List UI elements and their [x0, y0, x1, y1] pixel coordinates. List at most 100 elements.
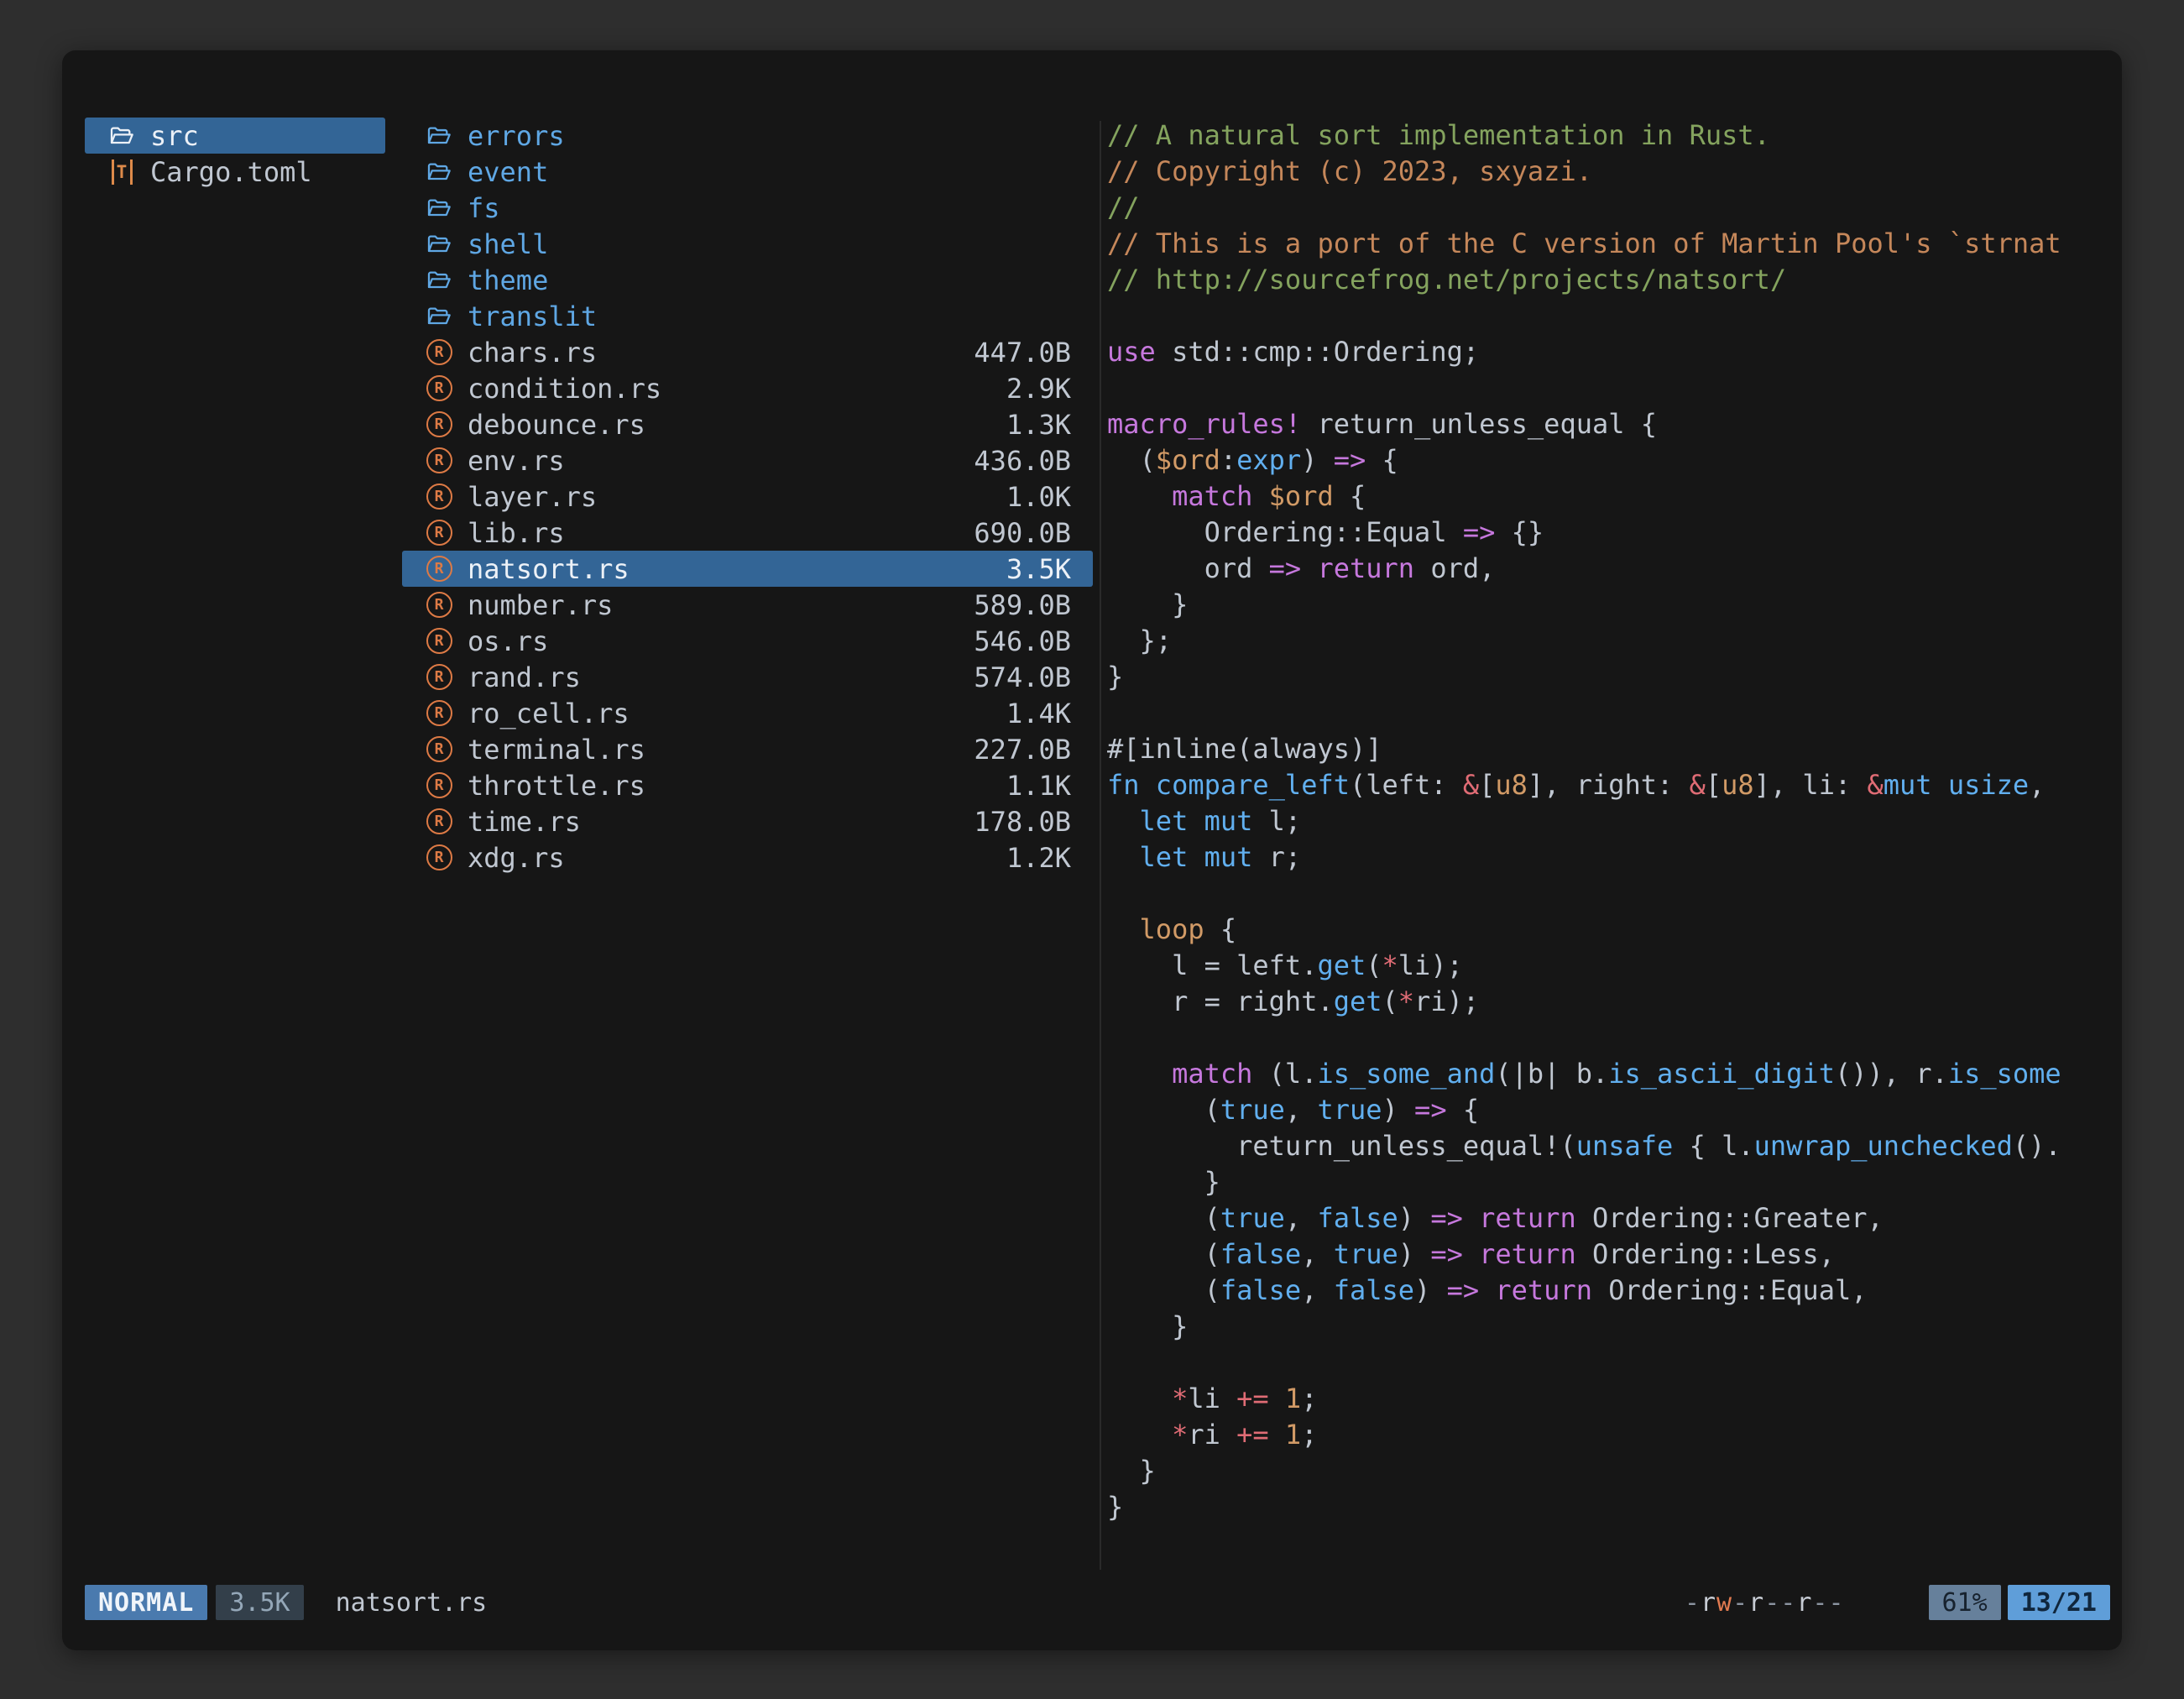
file-name: terminal.rs: [468, 734, 645, 766]
file-icon-slot: [424, 159, 454, 186]
code-line: [1107, 1345, 2100, 1381]
folder-icon: [426, 195, 452, 222]
toml-file-icon: T: [112, 159, 133, 185]
cursor-position-badge: 13/21: [2008, 1585, 2110, 1620]
file-row[interactable]: R env.rs 436.0B: [402, 442, 1093, 478]
code-line: }: [1107, 587, 2100, 623]
status-left: NORMAL 3.5K natsort.rs: [85, 1585, 487, 1620]
file-size-badge: 3.5K: [216, 1585, 303, 1620]
file-icon-slot: R: [424, 808, 454, 834]
rust-file-icon: R: [426, 628, 452, 654]
code-line: loop {: [1107, 912, 2100, 948]
file-name: env.rs: [468, 445, 565, 477]
file-name: debounce.rs: [468, 409, 645, 441]
file-row[interactable]: src: [85, 118, 385, 154]
file-row[interactable]: shell: [402, 226, 1093, 262]
file-icon-slot: R: [424, 375, 454, 401]
code-line: use std::cmp::Ordering;: [1107, 334, 2100, 370]
file-row[interactable]: R time.rs 178.0B: [402, 803, 1093, 839]
file-name: src: [150, 120, 199, 152]
permissions: -rw-r--r--: [1685, 1588, 1845, 1618]
file-size: 589.0B: [957, 589, 1071, 621]
file-icon-slot: R: [424, 484, 454, 510]
file-row[interactable]: errors: [402, 118, 1093, 154]
file-icon-slot: R: [424, 592, 454, 618]
code-line: fn compare_left(left: &[u8], right: &[u8…: [1107, 767, 2100, 803]
file-row[interactable]: R throttle.rs 1.1K: [402, 767, 1093, 803]
preview-pane[interactable]: // A natural sort implementation in Rust…: [1107, 118, 2100, 1541]
file-name: os.rs: [468, 625, 548, 657]
file-row[interactable]: R xdg.rs 1.2K: [402, 839, 1093, 876]
file-row[interactable]: R layer.rs 1.0K: [402, 478, 1093, 515]
code-line: // Copyright (c) 2023, sxyazi.: [1107, 154, 2100, 190]
code-line: match $ord {: [1107, 478, 2100, 515]
file-row[interactable]: fs: [402, 190, 1093, 226]
file-icon-slot: R: [424, 772, 454, 798]
code-line: ord => return ord,: [1107, 551, 2100, 587]
file-row[interactable]: event: [402, 154, 1093, 190]
file-row[interactable]: R terminal.rs 227.0B: [402, 731, 1093, 767]
file-icon-slot: R: [424, 556, 454, 582]
code-line: };: [1107, 623, 2100, 659]
yazi-terminal-window: src T Cargo.toml errors event fs shell: [62, 50, 2122, 1650]
file-row[interactable]: R natsort.rs 3.5K: [402, 551, 1093, 587]
code-line: }: [1107, 1453, 2100, 1489]
file-size: 227.0B: [957, 734, 1071, 766]
code-line: match (l.is_some_and(|b| b.is_ascii_digi…: [1107, 1056, 2100, 1092]
file-row[interactable]: R lib.rs 690.0B: [402, 515, 1093, 551]
desktop-background: src T Cargo.toml errors event fs shell: [0, 0, 2184, 1699]
file-name: throttle.rs: [468, 770, 645, 802]
parent-pane: src T Cargo.toml: [85, 118, 385, 190]
code-line: Ordering::Equal => {}: [1107, 515, 2100, 551]
file-row[interactable]: R rand.rs 574.0B: [402, 659, 1093, 695]
rust-file-icon: R: [426, 556, 452, 582]
file-size: 2.9K: [990, 373, 1071, 405]
rust-file-icon: R: [426, 339, 452, 365]
code-line: #[inline(always)]: [1107, 731, 2100, 767]
status-bar: NORMAL 3.5K natsort.rs -rw-r--r-- 61% 13…: [85, 1585, 2110, 1620]
file-size: 546.0B: [957, 625, 1071, 657]
folder-icon: [108, 123, 135, 149]
file-row[interactable]: R condition.rs 2.9K: [402, 370, 1093, 406]
code-line: (false, true) => return Ordering::Less,: [1107, 1236, 2100, 1273]
file-name: Cargo.toml: [150, 156, 312, 188]
folder-icon: [426, 303, 452, 330]
current-pane: errors event fs shell theme translit R: [402, 118, 1093, 876]
folder-icon: [426, 123, 452, 149]
code-line: [1107, 876, 2100, 912]
file-name: rand.rs: [468, 661, 581, 693]
code-line: *ri += 1;: [1107, 1417, 2100, 1453]
rust-file-icon: R: [426, 375, 452, 401]
file-name: event: [468, 156, 548, 188]
file-row[interactable]: R debounce.rs 1.3K: [402, 406, 1093, 442]
file-row[interactable]: R chars.rs 447.0B: [402, 334, 1093, 370]
file-row[interactable]: theme: [402, 262, 1093, 298]
file-icon-slot: [424, 195, 454, 222]
file-name: errors: [468, 120, 565, 152]
file-size: 574.0B: [957, 661, 1071, 693]
file-size: 178.0B: [957, 806, 1071, 838]
mode-badge: NORMAL: [85, 1585, 207, 1620]
folder-icon: [426, 231, 452, 258]
file-row[interactable]: R os.rs 546.0B: [402, 623, 1093, 659]
file-row[interactable]: R number.rs 589.0B: [402, 587, 1093, 623]
code-line: }: [1107, 659, 2100, 695]
code-line: (true, false) => return Ordering::Greate…: [1107, 1200, 2100, 1236]
code-line: }: [1107, 1489, 2100, 1525]
file-name: theme: [468, 264, 548, 296]
file-size: 690.0B: [957, 517, 1071, 549]
file-row[interactable]: R ro_cell.rs 1.4K: [402, 695, 1093, 731]
code-line: }: [1107, 1164, 2100, 1200]
file-icon-slot: R: [424, 700, 454, 726]
code-line: }: [1107, 1309, 2100, 1345]
file-size: 1.4K: [990, 698, 1071, 729]
code-line: (false, false) => return Ordering::Equal…: [1107, 1273, 2100, 1309]
rust-file-icon: R: [426, 700, 452, 726]
file-row[interactable]: translit: [402, 298, 1093, 334]
file-row[interactable]: T Cargo.toml: [85, 154, 385, 190]
file-icon-slot: [107, 123, 137, 149]
file-name: condition.rs: [468, 373, 661, 405]
rust-file-icon: R: [426, 447, 452, 473]
file-name: time.rs: [468, 806, 581, 838]
file-icon-slot: R: [424, 664, 454, 690]
